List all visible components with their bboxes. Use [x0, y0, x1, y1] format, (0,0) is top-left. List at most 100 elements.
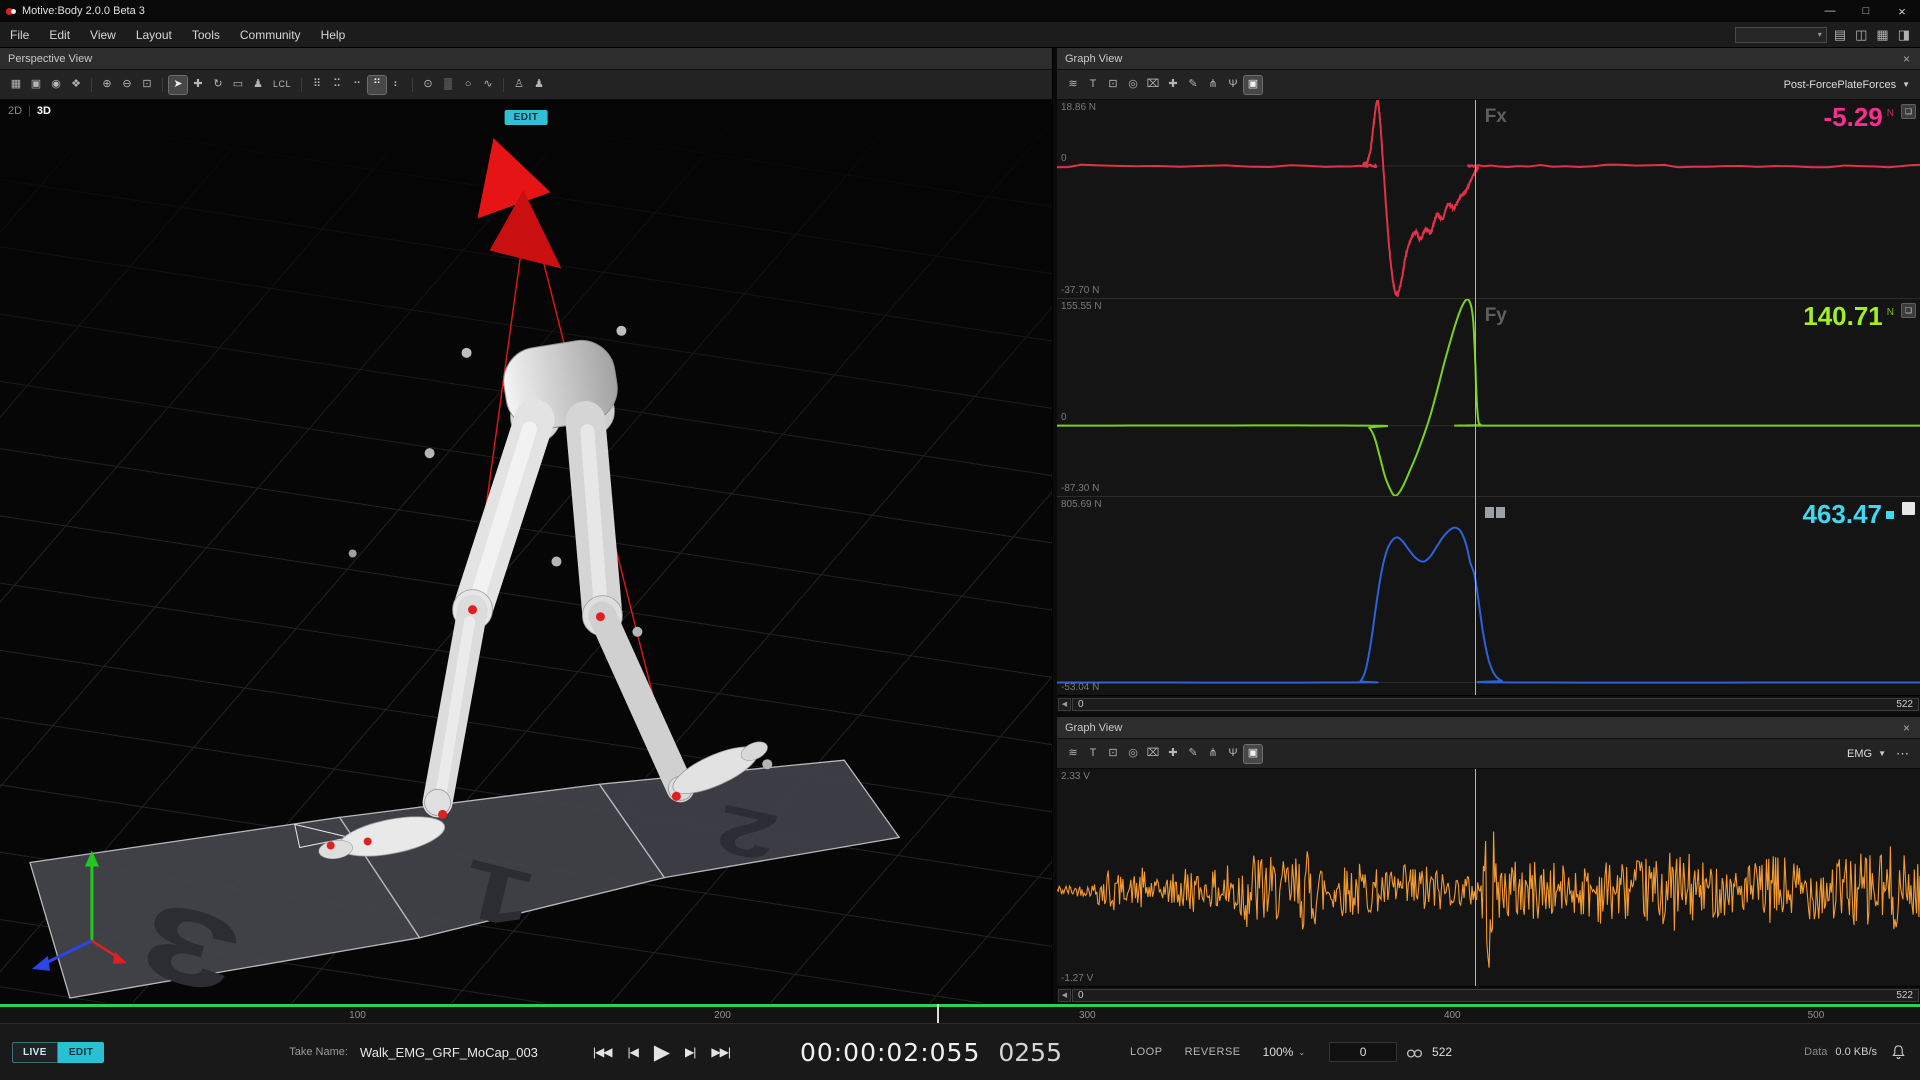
- menu-tools[interactable]: Tools: [182, 22, 230, 48]
- maximize-button[interactable]: □: [1848, 0, 1884, 22]
- marquee-select-icon[interactable]: ▣: [1244, 745, 1262, 763]
- range-end-value[interactable]: 522: [1432, 1045, 1452, 1059]
- marker[interactable]: [762, 759, 772, 769]
- timeline-scrubber[interactable]: 100200300400500: [0, 1003, 1920, 1023]
- force-chart-area[interactable]: 18.86 N 0 -37.70 N Fx -5.29 N ❏ 155.55 N: [1057, 100, 1920, 695]
- edit-mode-button[interactable]: EDIT: [58, 1042, 104, 1063]
- curve-settings-icon[interactable]: ≋: [1064, 76, 1082, 94]
- tab-2d[interactable]: 2D: [8, 105, 22, 117]
- marker[interactable]: [616, 326, 626, 336]
- layout-single-icon[interactable]: ▤: [1834, 28, 1846, 41]
- rect-select-tool-icon[interactable]: ▭: [229, 76, 247, 94]
- zoom-fit-icon[interactable]: ⊡: [138, 76, 156, 94]
- pencil-tool-icon[interactable]: ✎: [1184, 76, 1202, 94]
- fz-plot-options-icon[interactable]: [1902, 502, 1915, 515]
- range-start-field[interactable]: 0: [1329, 1042, 1397, 1062]
- next-frame-button[interactable]: ▶|: [685, 1045, 695, 1059]
- red-marker[interactable]: [468, 605, 477, 614]
- visibility-eye-icon[interactable]: ⊙: [419, 76, 437, 94]
- fy-plot-options-icon[interactable]: ❏: [1901, 303, 1916, 318]
- loop-toggle[interactable]: LOOP: [1130, 1046, 1163, 1058]
- skeleton-view-a-icon[interactable]: ♙: [510, 76, 528, 94]
- scroll-left-icon[interactable]: ◀: [1058, 698, 1071, 711]
- label-tool-icon[interactable]: T: [1084, 745, 1102, 763]
- graph1-close-icon[interactable]: ×: [1901, 52, 1912, 66]
- timeline-playhead[interactable]: [937, 1004, 939, 1023]
- marker-mode-sparse-icon[interactable]: ⠆: [388, 76, 406, 94]
- menu-help[interactable]: Help: [311, 22, 356, 48]
- menu-layout[interactable]: Layout: [126, 22, 182, 48]
- subplot-fx[interactable]: 18.86 N 0 -37.70 N Fx -5.29 N ❏: [1057, 100, 1920, 298]
- marker-mode-labeled-icon[interactable]: ⠭: [328, 76, 346, 94]
- subplot-emg[interactable]: 2.33 V -1.27 V: [1057, 769, 1920, 986]
- prev-frame-button[interactable]: |◀: [627, 1045, 637, 1059]
- marker-mode-all-icon[interactable]: ⠿: [308, 76, 326, 94]
- split-view-icon[interactable]: Ψ: [1224, 76, 1242, 94]
- pin-tool-icon[interactable]: ◎: [1124, 76, 1142, 94]
- playback-speed-dropdown[interactable]: 100% ⌄: [1263, 1045, 1305, 1059]
- skip-to-start-button[interactable]: |◀◀: [593, 1045, 612, 1059]
- camera-icon[interactable]: ◉: [47, 76, 65, 94]
- trajectory-view-icon[interactable]: ∿: [479, 76, 497, 94]
- graph2-scroll-track[interactable]: 0 522: [1072, 989, 1919, 1002]
- red-marker[interactable]: [438, 810, 447, 819]
- fx-plot-options-icon[interactable]: ❏: [1901, 104, 1916, 119]
- skip-to-end-button[interactable]: ▶▶|: [711, 1045, 730, 1059]
- timeline-working-range[interactable]: [0, 1004, 1920, 1007]
- select-cursor-icon[interactable]: ➤: [169, 76, 187, 94]
- more-options-icon[interactable]: ⋯: [1896, 746, 1910, 762]
- marker[interactable]: [425, 448, 435, 458]
- graph2-scrollbar[interactable]: ◀ 0 522: [1057, 986, 1920, 1003]
- layout-right-icon[interactable]: ◨: [1898, 28, 1910, 41]
- 3d-scene[interactable]: 3 1 2: [0, 100, 1052, 1003]
- delete-keys-icon[interactable]: ⌧: [1144, 745, 1162, 763]
- rotate-tool-icon[interactable]: ↻: [209, 76, 227, 94]
- capture-volume-icon[interactable]: ❖: [67, 76, 85, 94]
- menu-view[interactable]: View: [80, 22, 126, 48]
- graph1-playhead[interactable]: [1475, 100, 1476, 695]
- pan-tool-icon[interactable]: ✚: [1164, 745, 1182, 763]
- frame-search-icon[interactable]: [1406, 1046, 1423, 1059]
- graph1-preset-dropdown[interactable]: Post-ForcePlateForces ▼: [1784, 79, 1914, 91]
- marker[interactable]: [462, 348, 472, 358]
- menu-file[interactable]: File: [0, 22, 39, 48]
- split-view-icon[interactable]: Ψ: [1224, 745, 1242, 763]
- layout-preset-combobox[interactable]: ▾: [1735, 27, 1827, 43]
- layout-split-icon[interactable]: ◫: [1855, 28, 1867, 41]
- marker[interactable]: [349, 549, 357, 557]
- take-name-value[interactable]: Walk_EMG_GRF_MoCap_003: [360, 1045, 538, 1060]
- marker-size-icon[interactable]: ○: [459, 76, 477, 94]
- pencil-tool-icon[interactable]: ✎: [1184, 745, 1202, 763]
- spike-filter-icon[interactable]: ⋔: [1204, 76, 1222, 94]
- graph2-close-icon[interactable]: ×: [1901, 721, 1912, 735]
- notifications-bell-icon[interactable]: [1891, 1044, 1906, 1060]
- menu-community[interactable]: Community: [230, 22, 311, 48]
- scene-cube-icon[interactable]: ▣: [27, 76, 45, 94]
- pan-tool-icon[interactable]: ✚: [1164, 76, 1182, 94]
- play-button[interactable]: ▶: [654, 1040, 669, 1065]
- close-button[interactable]: ×: [1884, 0, 1920, 22]
- red-marker[interactable]: [596, 612, 605, 621]
- ghost-view-icon[interactable]: ▒: [439, 76, 457, 94]
- reverse-toggle[interactable]: REVERSE: [1185, 1046, 1241, 1058]
- lcl-toggle-button[interactable]: LCL: [269, 76, 295, 94]
- subplot-fy[interactable]: 155.55 N 0 -87.30 N Fy 140.71 N ❏: [1057, 298, 1920, 497]
- graph1-scrollbar[interactable]: ◀ 0 522: [1057, 695, 1920, 712]
- pin-tool-icon[interactable]: ◎: [1124, 745, 1142, 763]
- skeleton-select-icon[interactable]: ♟: [249, 76, 267, 94]
- graph1-scroll-track[interactable]: 0 522: [1072, 698, 1919, 711]
- skeleton-view-b-icon[interactable]: ♟: [530, 76, 548, 94]
- minimize-button[interactable]: —: [1812, 0, 1848, 22]
- tab-3d[interactable]: 3D: [37, 105, 51, 117]
- marker[interactable]: [551, 557, 561, 567]
- curve-settings-icon[interactable]: ≋: [1064, 745, 1082, 763]
- live-mode-button[interactable]: LIVE: [12, 1042, 58, 1063]
- red-marker[interactable]: [364, 837, 372, 845]
- zoom-region-icon[interactable]: ⊡: [1104, 76, 1122, 94]
- zoom-out-icon[interactable]: ⊖: [118, 76, 136, 94]
- viewport-menu-icon[interactable]: ▦: [7, 76, 25, 94]
- viewport-3d[interactable]: 3 1 2: [0, 100, 1052, 1003]
- emg-chart-area[interactable]: 2.33 V -1.27 V: [1057, 769, 1920, 986]
- marker[interactable]: [632, 627, 642, 637]
- marker-mode-selected-icon[interactable]: ⠛: [368, 76, 386, 94]
